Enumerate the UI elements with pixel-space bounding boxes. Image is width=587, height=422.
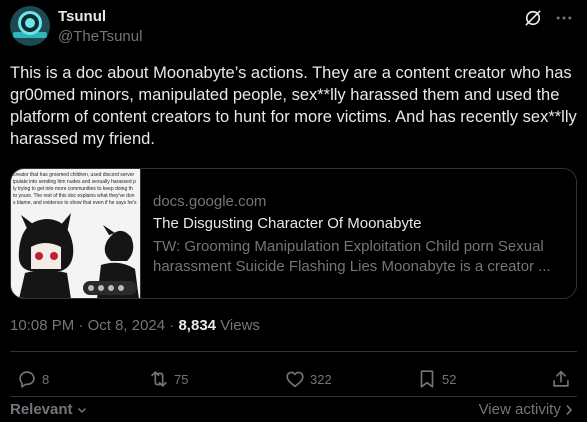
thumbnail-line: creator that has groomed children, used … xyxy=(13,172,135,178)
view-activity-label: View activity xyxy=(478,401,561,418)
thumbnail-line: to yours. The rest of this doc explains … xyxy=(13,193,135,199)
reply-count: 8 xyxy=(42,371,50,387)
tweet-text: This is a doc about Moonabyte’s actions.… xyxy=(10,64,577,148)
author-name[interactable]: Tsunul xyxy=(58,8,106,25)
link-card[interactable]: creator that has groomed children, used … xyxy=(10,168,577,299)
card-description: TW: Grooming Manipulation Exploitation C… xyxy=(153,238,551,275)
card-title: The Disgusting Character Of Moonabyte xyxy=(153,215,422,232)
repost-count: 75 xyxy=(174,371,189,387)
like-button[interactable]: 322 xyxy=(284,368,332,390)
divider xyxy=(10,396,577,397)
heart-icon xyxy=(286,371,304,388)
thumbnail-artwork xyxy=(11,211,140,298)
thumbnail-text: creator that has groomed children, used … xyxy=(13,172,140,207)
divider xyxy=(10,351,577,352)
bookmark-button[interactable]: 52 xyxy=(416,368,456,390)
view-activity-link[interactable]: View activity xyxy=(479,401,573,418)
chevron-right-icon xyxy=(566,404,573,416)
share-button[interactable] xyxy=(550,368,576,390)
reply-icon xyxy=(19,371,35,388)
views-count: 8,834 xyxy=(178,317,217,334)
chevron-down-icon xyxy=(77,408,86,414)
tweet-date[interactable]: Oct 8, 2024 xyxy=(88,317,166,334)
grok-icon[interactable] xyxy=(523,8,543,28)
card-thumbnail: creator that has groomed children, used … xyxy=(11,169,141,298)
share-icon xyxy=(553,370,569,387)
like-count: 322 xyxy=(310,371,332,387)
thumbnail-line: ly trying to get into more communities t… xyxy=(13,186,133,192)
more-icon[interactable] xyxy=(553,8,575,28)
repost-icon xyxy=(151,371,167,387)
thumbnail-line: ipulate into sending him nudes and sexua… xyxy=(13,179,136,185)
card-domain: docs.google.com xyxy=(153,193,267,210)
avatar[interactable] xyxy=(10,6,50,46)
bookmark-count: 52 xyxy=(442,371,457,387)
repost-button[interactable]: 75 xyxy=(148,368,188,390)
thumbnail-line: s blame, and evidence to show that even … xyxy=(13,200,137,206)
sort-replies-dropdown[interactable]: Relevant xyxy=(10,401,87,418)
bookmark-icon xyxy=(420,370,434,388)
avatar-dot xyxy=(25,18,35,28)
tweet-header: Tsunul @TheTsunul xyxy=(10,6,577,50)
meta-separator: · xyxy=(74,317,88,334)
reply-button[interactable]: 8 xyxy=(16,368,49,390)
views-label: Views xyxy=(220,317,260,334)
tweet-time[interactable]: 10:08 PM xyxy=(10,317,74,334)
sort-label: Relevant xyxy=(10,401,73,418)
meta-separator: · xyxy=(165,317,179,334)
tweet-meta: 10:08 PM · Oct 8, 2024 · 8,834 Views xyxy=(10,317,260,334)
author-handle[interactable]: @TheTsunul xyxy=(58,28,142,45)
